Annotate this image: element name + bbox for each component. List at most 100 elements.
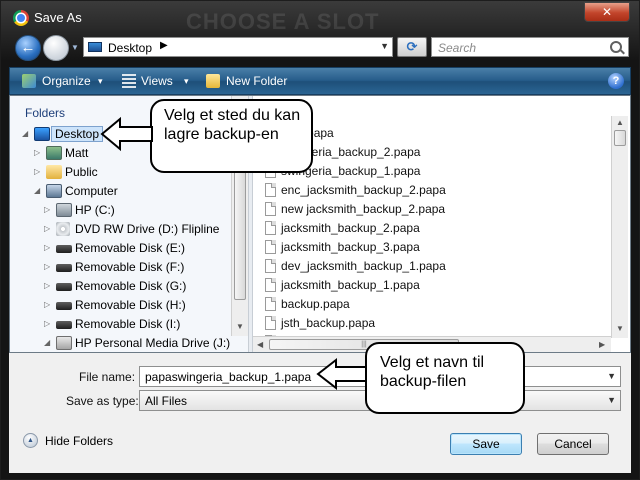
file-item[interactable]: jacksmith_backup_2.papa xyxy=(265,219,485,238)
scroll-down-icon[interactable]: ▼ xyxy=(616,324,624,333)
file-icon xyxy=(265,316,276,330)
nav-item-label: HP Personal Media Drive (J:) xyxy=(75,336,231,350)
views-icon xyxy=(122,74,136,88)
file-name: enc_jacksmith_backup_2.papa xyxy=(281,183,446,197)
organize-icon xyxy=(22,74,36,88)
file-name-dropdown-icon[interactable]: ▼ xyxy=(607,371,616,381)
dvd-drive-icon xyxy=(56,222,70,236)
file-item[interactable]: new jacksmith_backup_2.papa xyxy=(265,200,485,219)
file-item[interactable]: dev_jacksmith_backup_1.papa xyxy=(265,257,485,276)
save-button[interactable]: Save xyxy=(450,433,522,455)
filename-callout-text: Velg et navn til backup-filen xyxy=(380,354,485,390)
nav-item-computer[interactable]: ◢ Computer xyxy=(10,182,246,201)
search-icon[interactable] xyxy=(610,41,622,53)
nav-item-removable-f[interactable]: ▷ Removable Disk (F:) xyxy=(10,258,246,277)
file-item[interactable]: enc_jacksmith_backup_2.papa xyxy=(265,181,485,200)
expand-icon[interactable]: ▷ xyxy=(44,224,50,233)
chevron-up-icon[interactable]: ▲ xyxy=(23,433,38,448)
nav-item-label: Desktop xyxy=(51,126,104,142)
nav-item-removable-e[interactable]: ▷ Removable Disk (E:) xyxy=(10,239,246,258)
forward-button[interactable] xyxy=(43,35,69,61)
file-item[interactable]: jsth_backup.papa xyxy=(265,314,485,333)
new-folder-button[interactable]: New Folder xyxy=(226,74,287,88)
expand-icon[interactable]: ▷ xyxy=(44,262,50,271)
nav-item-label: HP (C:) xyxy=(75,203,115,217)
file-vertical-scrollbar[interactable]: ▲ ▼ xyxy=(611,116,628,338)
removable-disk-icon xyxy=(56,264,72,272)
expand-icon[interactable]: ▷ xyxy=(34,167,40,176)
nav-item-removable-h[interactable]: ▷ Removable Disk (H:) xyxy=(10,296,246,315)
file-item[interactable]: backup.papa xyxy=(265,295,485,314)
nav-item-label: DVD RW Drive (D:) Flipline xyxy=(75,222,220,236)
expand-icon[interactable]: ▷ xyxy=(34,148,40,157)
collapse-icon[interactable]: ◢ xyxy=(34,186,40,195)
nav-item-label: Removable Disk (G:) xyxy=(75,279,187,293)
expand-icon[interactable]: ▷ xyxy=(44,205,50,214)
search-placeholder: Search xyxy=(438,41,477,55)
folder-icon xyxy=(46,165,62,179)
computer-icon xyxy=(46,184,62,198)
file-name: dev_jacksmith_backup_1.papa xyxy=(281,259,446,273)
file-icon xyxy=(265,183,276,197)
hide-folders-label[interactable]: Hide Folders xyxy=(45,434,113,448)
expand-icon[interactable]: ▷ xyxy=(44,243,50,252)
removable-disk-icon xyxy=(56,321,72,329)
file-icon xyxy=(265,259,276,273)
breadcrumb-desktop[interactable]: Desktop xyxy=(108,41,152,55)
cancel-button[interactable]: Cancel xyxy=(537,433,609,455)
scroll-thumb[interactable] xyxy=(614,130,626,146)
chrome-app-icon xyxy=(13,10,29,26)
back-button[interactable]: ← xyxy=(15,35,41,61)
removable-disk-icon xyxy=(56,245,72,253)
removable-disk-icon xyxy=(56,302,72,310)
new-folder-icon xyxy=(206,74,220,88)
organize-button[interactable]: Organize xyxy=(42,74,91,88)
save-as-dialog: Save As CHOOSE A SLOT ✕ ← ▼ Desktop ▶ ▼ … xyxy=(0,0,640,480)
title-bar: Save As CHOOSE A SLOT ✕ xyxy=(1,1,639,34)
expand-icon[interactable]: ▷ xyxy=(44,319,50,328)
scroll-right-icon[interactable]: ▶ xyxy=(599,340,605,349)
help-icon[interactable]: ? xyxy=(608,73,624,89)
search-input[interactable]: Search xyxy=(431,37,629,57)
scroll-up-icon[interactable]: ▲ xyxy=(616,118,624,127)
address-dropdown-icon[interactable]: ▼ xyxy=(380,41,389,51)
file-name: new jacksmith_backup_2.papa xyxy=(281,202,446,216)
location-callout-arrow xyxy=(100,116,153,152)
removable-disk-icon xyxy=(56,283,72,291)
location-callout-text: Velg et sted du kan lagre backup-en xyxy=(164,107,301,143)
nav-item-removable-i[interactable]: ▷ Removable Disk (I:) xyxy=(10,315,246,334)
breadcrumb-arrow[interactable]: ▶ xyxy=(160,40,168,51)
collapse-icon[interactable]: ◢ xyxy=(22,129,28,138)
views-dropdown-icon[interactable]: ▾ xyxy=(184,76,189,87)
media-drive-icon xyxy=(56,336,72,350)
file-item[interactable]: jacksmith_backup_3.papa xyxy=(265,238,485,257)
nav-item-label: Computer xyxy=(65,184,118,198)
nav-item-media-j[interactable]: ◢ HP Personal Media Drive (J:) xyxy=(10,334,246,352)
scroll-left-icon[interactable]: ◀ xyxy=(257,340,263,349)
file-name: backup.papa xyxy=(281,297,350,311)
views-button[interactable]: Views xyxy=(141,74,173,88)
nav-item-dvd-d[interactable]: ▷ DVD RW Drive (D:) Flipline xyxy=(10,220,246,239)
file-name-value: papaswingeria_backup_1.papa xyxy=(145,370,312,384)
nav-item-label: Matt xyxy=(65,146,89,160)
nav-item-label: Removable Disk (E:) xyxy=(75,241,186,255)
scroll-down-icon[interactable]: ▼ xyxy=(236,322,244,331)
file-name-label: File name: xyxy=(79,370,136,384)
filename-callout-arrow xyxy=(316,357,367,391)
close-button[interactable]: ✕ xyxy=(584,2,630,22)
file-icon xyxy=(265,221,276,235)
nav-item-hp-c[interactable]: ▷ HP (C:) xyxy=(10,201,246,220)
refresh-button[interactable]: ⟳ xyxy=(397,37,427,57)
file-item[interactable]: jacksmith_backup_1.papa xyxy=(265,276,485,295)
organize-dropdown-icon[interactable]: ▾ xyxy=(98,76,103,87)
filename-callout: Velg et navn til backup-filen xyxy=(365,342,525,414)
collapse-icon[interactable]: ◢ xyxy=(44,338,50,347)
recent-pages-dropdown[interactable]: ▼ xyxy=(71,43,79,52)
nav-item-removable-g[interactable]: ▷ Removable Disk (G:) xyxy=(10,277,246,296)
expand-icon[interactable]: ▷ xyxy=(44,281,50,290)
expand-icon[interactable]: ▷ xyxy=(44,300,50,309)
save-type-dropdown-icon[interactable]: ▼ xyxy=(607,395,616,405)
file-icon xyxy=(265,278,276,292)
folders-header[interactable]: Folders xyxy=(25,106,65,120)
address-bar[interactable]: Desktop ▶ ▼ xyxy=(83,37,393,57)
